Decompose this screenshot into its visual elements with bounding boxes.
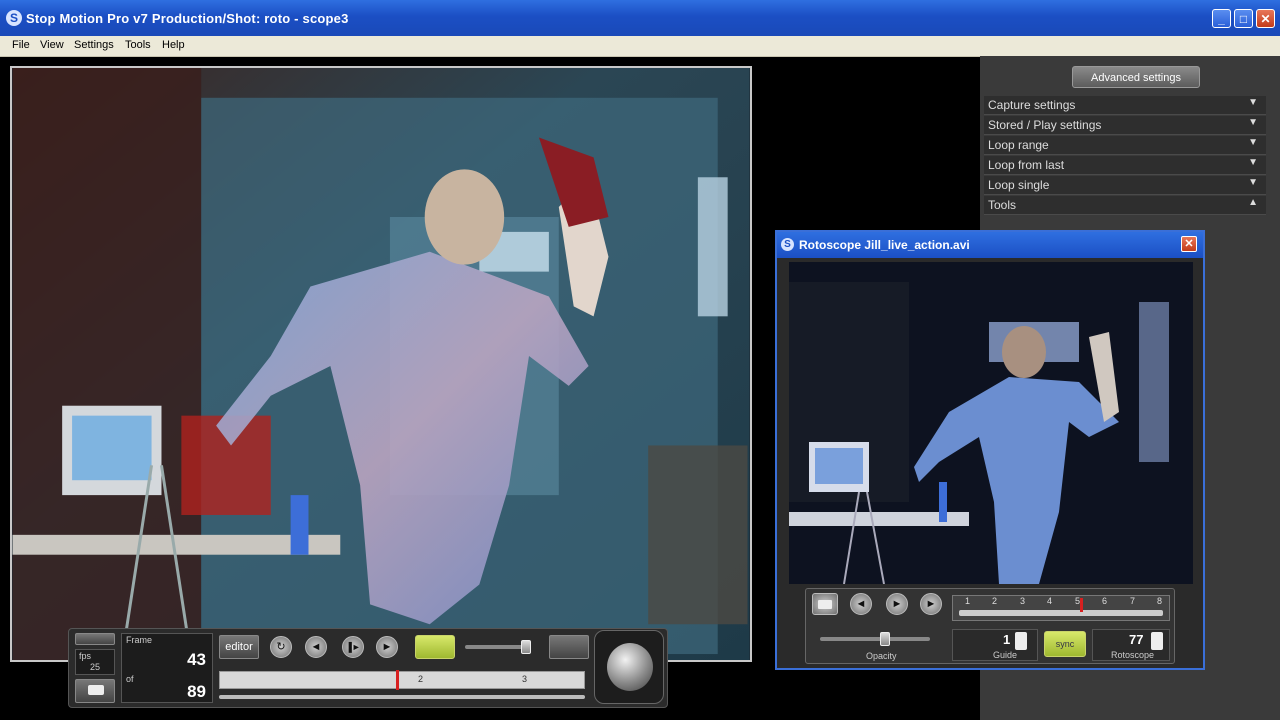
app-icon: S <box>781 238 794 251</box>
roto-play-button[interactable]: ► <box>886 593 908 615</box>
menu-file[interactable]: File <box>12 39 30 51</box>
opacity-slider-thumb[interactable] <box>880 632 890 646</box>
rotoscope-spinner[interactable] <box>1151 632 1163 650</box>
prev-frame-button[interactable]: ◄ <box>305 636 327 658</box>
chevron-down-icon: ▼ <box>1248 177 1258 188</box>
panel-item-loop-single[interactable]: Loop single ▼ <box>984 176 1266 195</box>
timeline-mark: 3 <box>522 674 528 684</box>
rotoscope-frame-display: 77 Rotoscope <box>1092 629 1170 661</box>
roto-frame-ruler[interactable]: 12345678 <box>952 595 1170 621</box>
sync-button[interactable]: sync <box>1044 631 1086 657</box>
frame-label: Frame <box>126 635 153 645</box>
panel-item-label: Stored / Play settings <box>988 118 1102 132</box>
live-toggle-button[interactable] <box>415 635 455 659</box>
roto-ruler-track[interactable] <box>959 610 1163 616</box>
rotoscope-controls: ◄ ► ► 12345678 Opacity 1 Guide sync 77 R… <box>805 588 1175 664</box>
advanced-settings-button[interactable]: Advanced settings <box>1072 66 1200 88</box>
menu-settings[interactable]: Settings <box>74 39 114 51</box>
folder-icon-shape <box>818 600 832 609</box>
roto-ruler-tick: 2 <box>992 596 998 606</box>
rotoscope-title: Rotoscope Jill_live_action.avi <box>799 238 970 252</box>
minimize-button[interactable]: _ <box>1212 9 1231 28</box>
opacity-label: Opacity <box>866 651 897 661</box>
rotoscope-close-button[interactable]: ✕ <box>1181 236 1197 252</box>
panel-item-loop-range[interactable]: Loop range ▼ <box>984 136 1266 155</box>
menu-help[interactable]: Help <box>162 39 185 51</box>
window-titlebar: S Stop Motion Pro v7 Production/Shot: ro… <box>0 0 1280 36</box>
roto-ruler-tick: 8 <box>1157 596 1163 606</box>
panel-item-label: Tools <box>988 198 1017 212</box>
roto-prev-button[interactable]: ◄ <box>850 593 872 615</box>
total-frames-value: 89 <box>187 682 206 701</box>
main-video-image <box>12 68 750 660</box>
panel-item-label: Loop single <box>988 178 1050 192</box>
playback-control-bar: fps 25 Frame 43 of 89 editor ↻ ◄ ▐► ► 2 … <box>68 628 668 708</box>
roto-next-button[interactable]: ► <box>920 593 942 615</box>
chevron-down-icon: ▼ <box>1248 117 1258 128</box>
chevron-down-icon: ▼ <box>1248 157 1258 168</box>
timeline-playhead[interactable] <box>396 670 399 690</box>
fps-display: fps 25 <box>75 649 115 675</box>
play-button[interactable]: ► <box>376 636 398 658</box>
close-button[interactable]: ✕ <box>1256 9 1275 28</box>
camera-button[interactable] <box>75 679 115 703</box>
panel-item-tools[interactable]: Tools ▲ <box>984 196 1266 215</box>
rotoscope-window: S Rotoscope Jill_live_action.avi ✕ ◄ ► ► <box>775 230 1205 670</box>
roto-ruler-tick: 3 <box>1020 596 1026 606</box>
fps-label: fps <box>79 651 92 661</box>
panel-item-label: Loop from last <box>988 158 1065 172</box>
roto-playhead[interactable] <box>1080 598 1083 612</box>
rotoscope-video-image <box>789 262 1193 584</box>
guide-display: 1 Guide <box>952 629 1038 661</box>
guide-value: 1 <box>1003 632 1011 647</box>
panel-item-capture-settings[interactable]: Capture settings ▼ <box>984 96 1266 115</box>
fps-value: 25 <box>90 662 101 672</box>
panel-item-label: Loop range <box>988 138 1049 152</box>
guide-label: Guide <box>993 650 1018 660</box>
opacity-slider[interactable] <box>820 637 930 641</box>
jog-wheel-knob[interactable] <box>607 643 653 691</box>
capture-button[interactable] <box>549 635 589 659</box>
menu-tools[interactable]: Tools <box>125 39 151 51</box>
chevron-down-icon: ▼ <box>1248 137 1258 148</box>
roto-ruler-tick: 7 <box>1130 596 1136 606</box>
editor-button[interactable]: editor <box>219 635 259 659</box>
folder-icon[interactable] <box>812 593 838 615</box>
panel-item-stored-play-settings[interactable]: Stored / Play settings ▼ <box>984 116 1266 135</box>
rotoscope-video[interactable] <box>789 262 1193 584</box>
maximize-button[interactable]: □ <box>1234 9 1253 28</box>
total-label: of <box>126 674 134 684</box>
roto-ruler-tick: 4 <box>1047 596 1053 606</box>
timeline-scrubber[interactable]: 2 3 <box>219 670 585 690</box>
main-video-view[interactable] <box>10 66 752 662</box>
panel-item-label: Capture settings <box>988 98 1076 112</box>
step-button[interactable]: ▐► <box>342 636 364 658</box>
guide-spinner[interactable] <box>1015 632 1027 650</box>
timeline-mark: 2 <box>418 674 424 684</box>
speed-slider-thumb[interactable] <box>521 640 531 654</box>
frame-counter: Frame 43 of 89 <box>121 633 213 703</box>
menu-bar: File View Settings Tools Help <box>0 36 1280 57</box>
roto-ruler-tick: 1 <box>965 596 971 606</box>
onion-skin-button[interactable] <box>75 633 115 645</box>
loop-icon[interactable]: ↻ <box>270 636 292 658</box>
current-frame-value: 43 <box>187 650 206 669</box>
rotoscope-frame-value: 77 <box>1129 632 1144 647</box>
camera-icon <box>88 685 104 695</box>
window-title: Stop Motion Pro v7 Production/Shot: roto… <box>26 11 349 26</box>
menu-view[interactable]: View <box>40 39 64 51</box>
app-icon: S <box>6 10 22 26</box>
rotoscope-label: Rotoscope <box>1111 650 1155 660</box>
jog-wheel[interactable] <box>594 630 664 704</box>
range-slider[interactable] <box>219 695 585 699</box>
chevron-down-icon: ▼ <box>1248 97 1258 108</box>
panel-item-loop-from-last[interactable]: Loop from last ▼ <box>984 156 1266 175</box>
rotoscope-titlebar: S Rotoscope Jill_live_action.avi ✕ <box>777 232 1203 258</box>
roto-ruler-tick: 6 <box>1102 596 1108 606</box>
chevron-up-icon: ▲ <box>1248 197 1258 208</box>
